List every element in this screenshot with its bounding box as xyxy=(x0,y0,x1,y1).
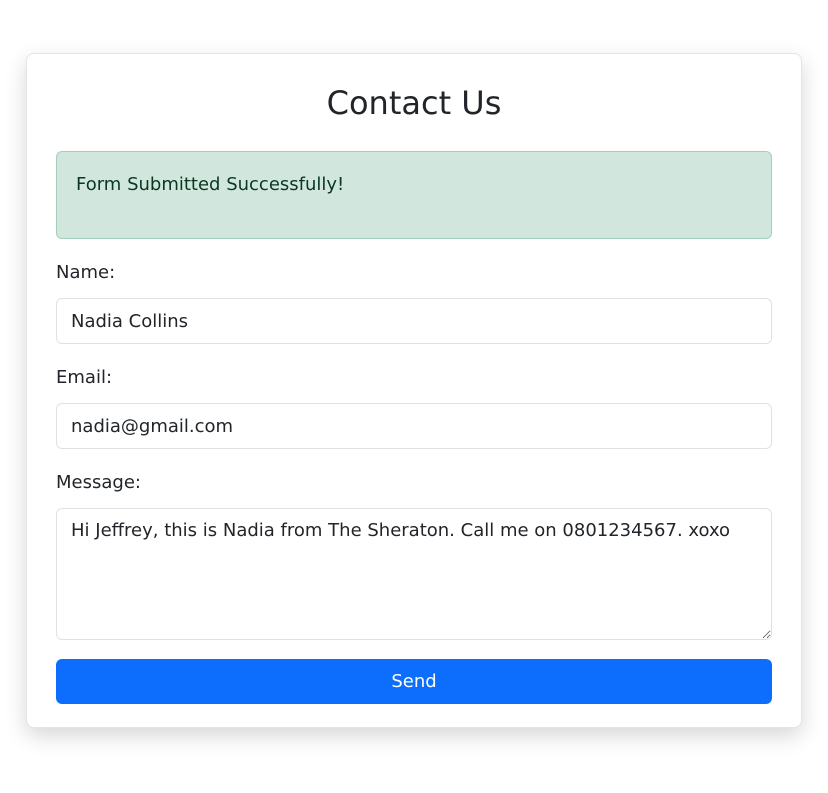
send-button[interactable]: Send xyxy=(56,659,772,704)
message-label: Message: xyxy=(56,472,141,493)
contact-card: Contact Us Form Submitted Successfully! … xyxy=(26,53,802,728)
success-alert: Form Submitted Successfully! xyxy=(56,151,772,239)
name-label: Name: xyxy=(56,262,116,283)
email-label: Email: xyxy=(56,367,113,388)
message-textarea[interactable]: Hi Jeffrey, this is Nadia from The Shera… xyxy=(56,508,772,640)
name-input[interactable] xyxy=(56,298,772,344)
page-title: Contact Us xyxy=(326,84,502,122)
email-input[interactable] xyxy=(56,403,772,449)
